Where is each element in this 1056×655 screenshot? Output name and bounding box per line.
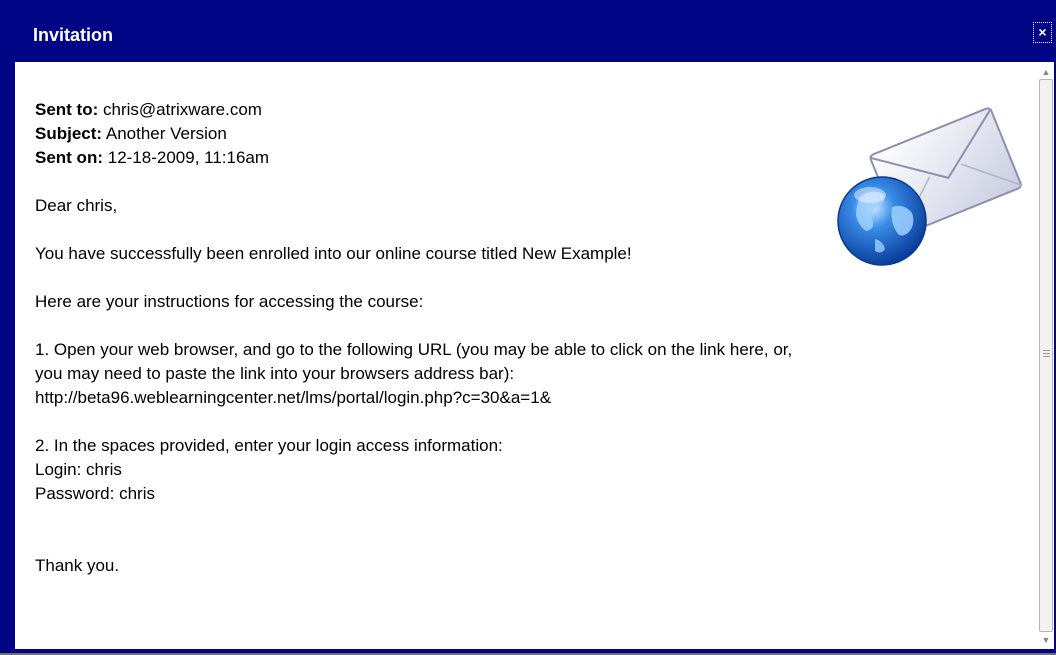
step1-line2: you may need to paste the link into your…	[35, 364, 515, 383]
sent-on-label: Sent on:	[35, 148, 103, 167]
vertical-scrollbar[interactable]: ▲ ▼	[1038, 62, 1054, 649]
dialog-titlebar[interactable]: Invitation ×	[0, 0, 1056, 62]
subject-value: Another Version	[105, 124, 227, 143]
scroll-thumb[interactable]	[1039, 79, 1053, 632]
scroll-up-arrow-icon[interactable]: ▲	[1038, 64, 1054, 80]
password-line: Password: chris	[35, 484, 155, 503]
greeting: Dear chris,	[35, 196, 118, 215]
sent-on-row: Sent on: 12-18-2009, 11:16am	[35, 146, 792, 170]
email-globe-icon	[837, 107, 1022, 266]
scroll-grip-icon	[1043, 350, 1050, 357]
login-line: Login: chris	[35, 460, 122, 479]
enrollment-paragraph: You have successfully been enrolled into…	[35, 244, 632, 263]
instructions-paragraph: Here are your instructions for accessing…	[35, 292, 424, 311]
sent-to-label: Sent to:	[35, 100, 99, 119]
message-text: Sent to: chris@atrixware.com Subject: An…	[35, 98, 792, 578]
sent-to-row: Sent to: chris@atrixware.com	[35, 98, 792, 122]
dialog-title: Invitation	[33, 25, 113, 45]
sent-on-value: 12-18-2009, 11:16am	[107, 148, 270, 167]
close-icon: ×	[1038, 24, 1047, 40]
scroll-down-arrow-icon[interactable]: ▼	[1038, 632, 1054, 648]
step1-line1: 1. Open your web browser, and go to the …	[35, 340, 793, 359]
closing-line: Thank you.	[35, 556, 120, 575]
close-button[interactable]: ×	[1033, 22, 1052, 43]
sent-to-value: chris@atrixware.com	[103, 100, 262, 119]
message-body: Sent to: chris@atrixware.com Subject: An…	[15, 62, 1038, 649]
subject-label: Subject:	[35, 124, 103, 143]
invitation-dialog: Invitation × Sent to: chris@atrixware.co…	[0, 0, 1056, 653]
subject-row: Subject: Another Version	[35, 122, 792, 146]
course-url[interactable]: http://beta96.weblearningcenter.net/lms/…	[35, 386, 792, 410]
step2-line: 2. In the spaces provided, enter your lo…	[35, 436, 503, 455]
